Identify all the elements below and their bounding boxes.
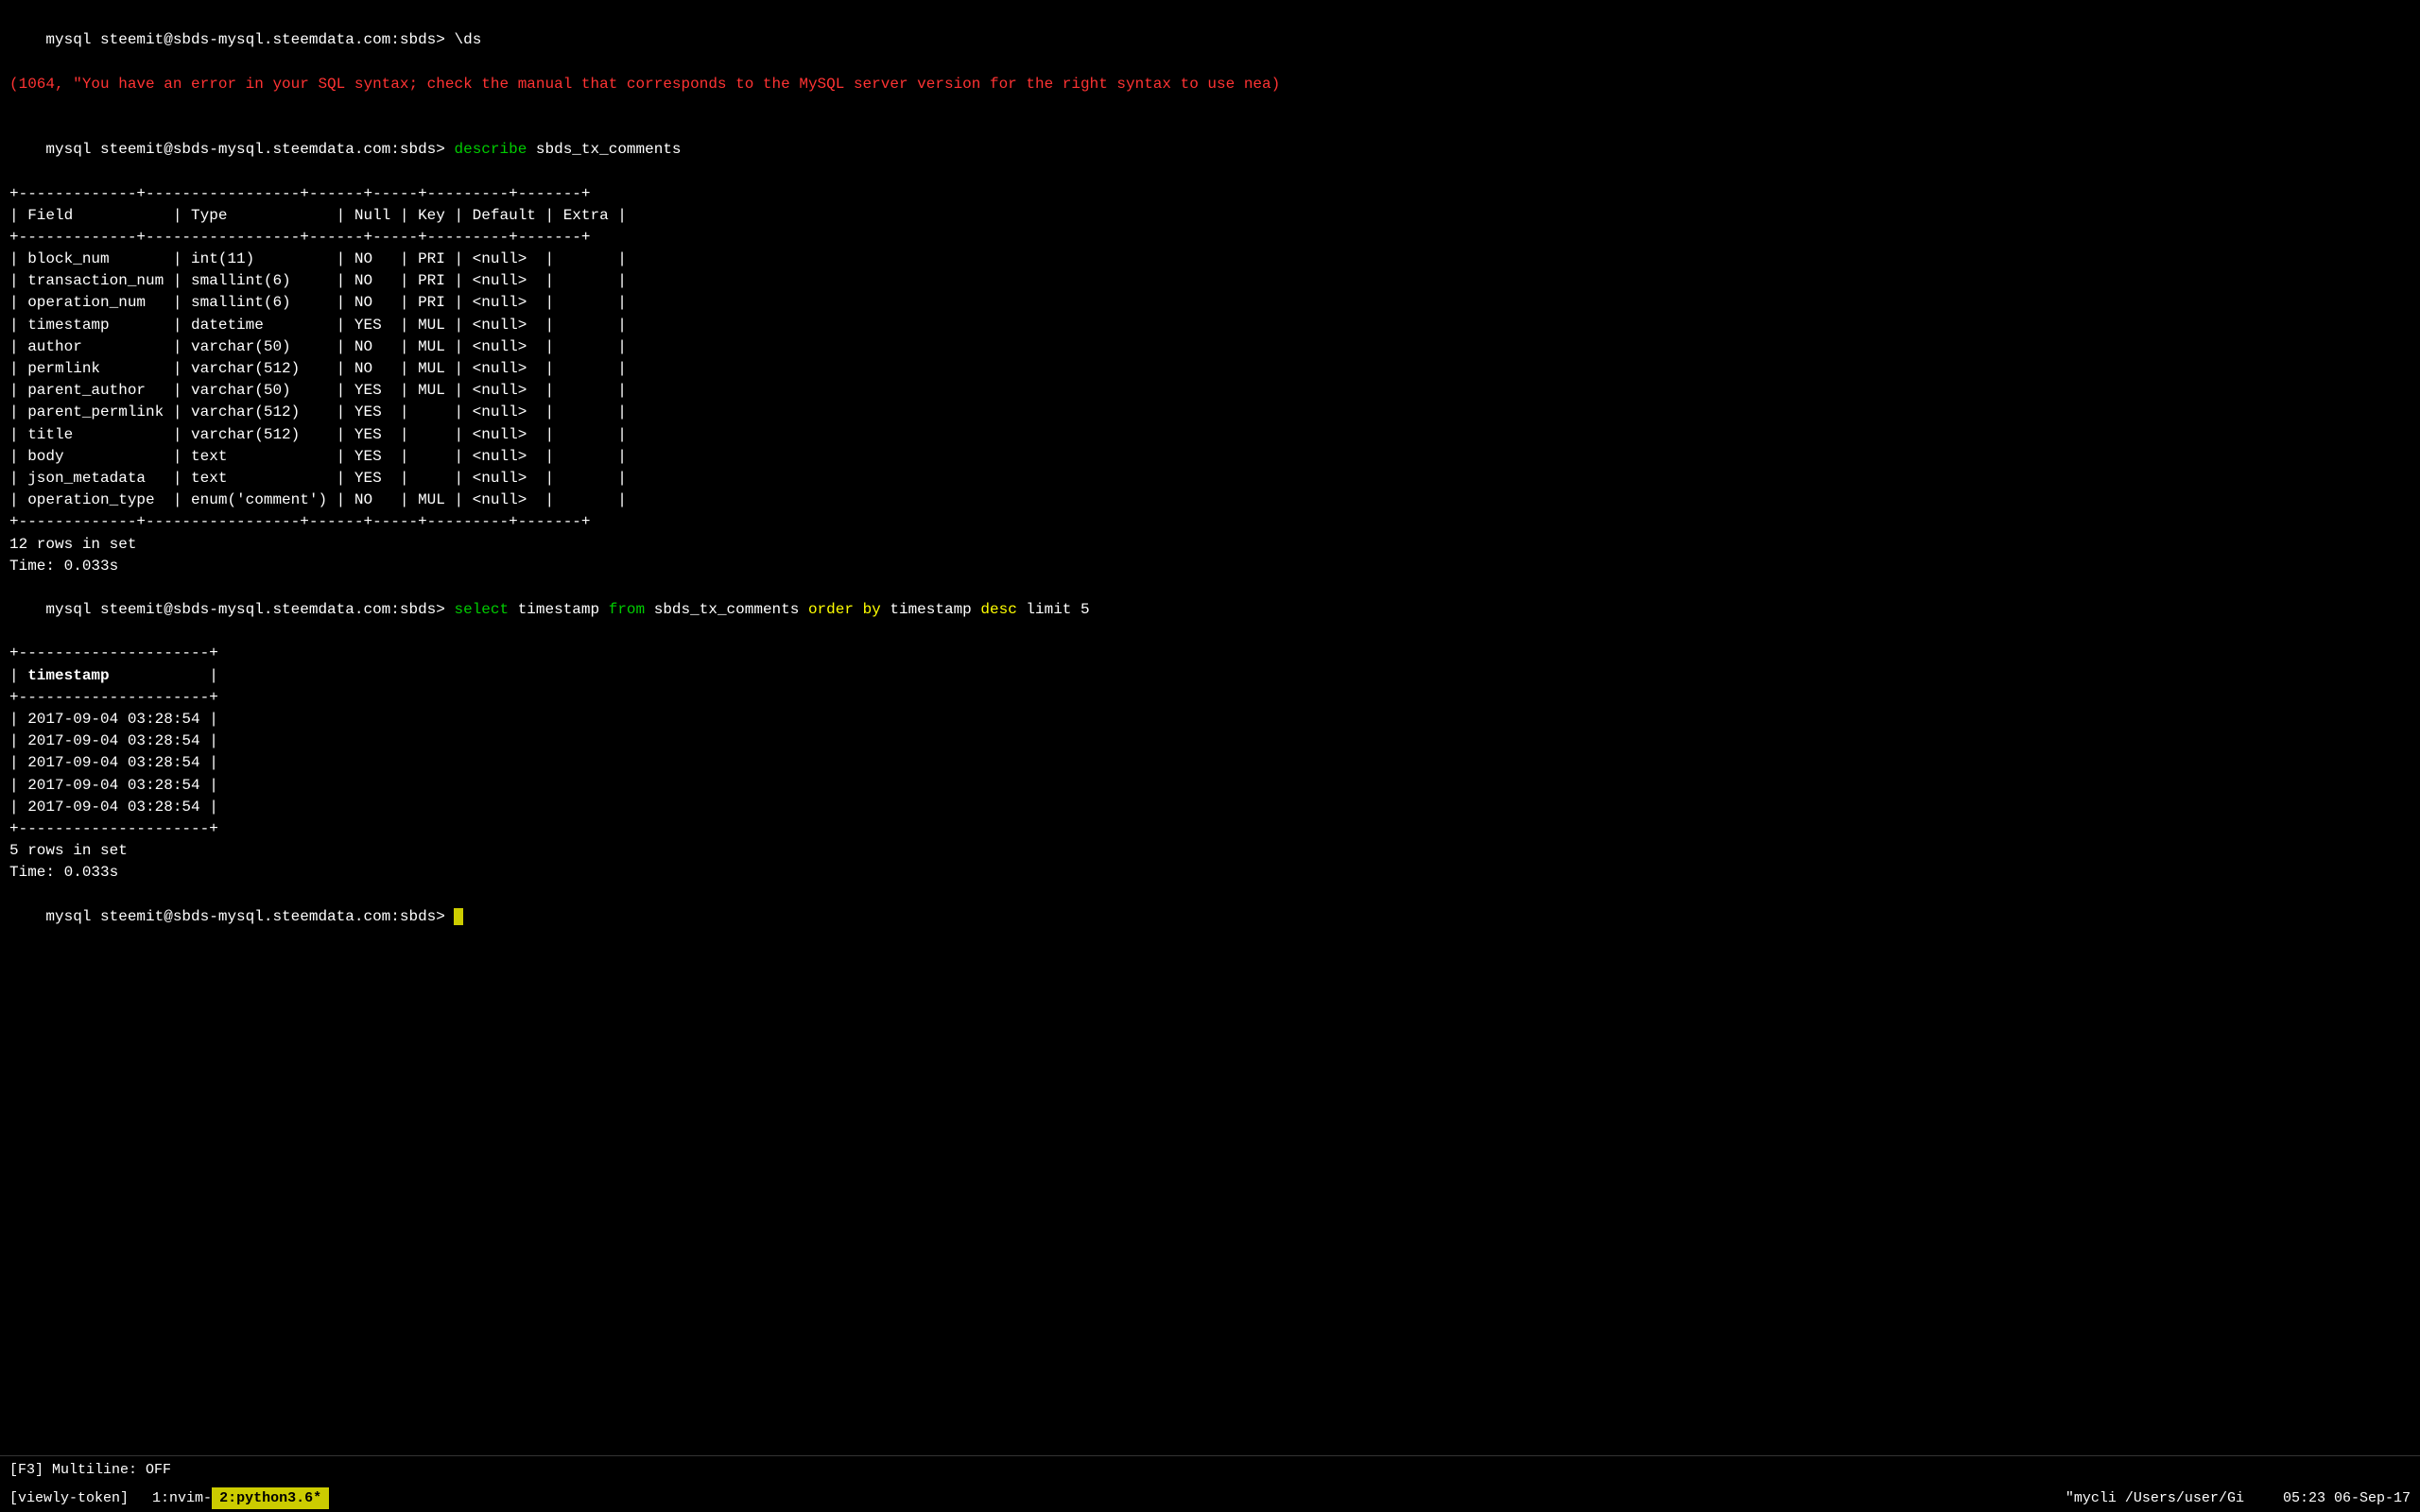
cursor-block bbox=[454, 908, 463, 925]
ts-table-bottom: +---------------------+ bbox=[9, 818, 2411, 840]
line-final-prompt: mysql steemit@sbds-mysql.steemdata.com:s… bbox=[9, 885, 2411, 951]
keyword-desc: desc bbox=[980, 601, 1016, 618]
prompt-1: mysql steemit@sbds-mysql.steemdata.com:s… bbox=[45, 31, 454, 48]
rows-info-1: 12 rows in set bbox=[9, 534, 2411, 556]
table-row-op-type: | operation_type | enum('comment') | NO … bbox=[9, 490, 2411, 511]
prompt-2: mysql steemit@sbds-mysql.steemdata.com:s… bbox=[45, 141, 454, 158]
keyword-describe: describe bbox=[454, 141, 527, 158]
prompt-4: mysql steemit@sbds-mysql.steemdata.com:s… bbox=[45, 908, 454, 925]
order-field: timestamp bbox=[881, 601, 981, 618]
table-row-block-num: | block_num | int(11) | NO | PRI | <null… bbox=[9, 249, 2411, 270]
table-sep-bottom: +-------------+-----------------+------+… bbox=[9, 511, 2411, 533]
table-row-parent-permlink: | parent_permlink | varchar(512) | YES |… bbox=[9, 402, 2411, 423]
line-blank-1 bbox=[9, 95, 2411, 117]
ts-table-sep: +---------------------+ bbox=[9, 687, 2411, 709]
keyword-select: select bbox=[454, 601, 509, 618]
table-row-timestamp: | timestamp | datetime | YES | MUL | <nu… bbox=[9, 315, 2411, 336]
select-field: timestamp bbox=[509, 601, 609, 618]
status-bar-f3: [F3] Multiline: OFF bbox=[0, 1455, 2420, 1484]
ts-row-5: | 2017-09-04 03:28:54 | bbox=[9, 797, 2411, 818]
right-path: /Users/user/Gi bbox=[2125, 1490, 2244, 1506]
table-header: | Field | Type | Null | Key | Default | … bbox=[9, 205, 2411, 227]
table-row-parent-author: | parent_author | varchar(50) | YES | MU… bbox=[9, 380, 2411, 402]
f3-label: [F3] Multiline: OFF bbox=[9, 1460, 171, 1480]
table-row-tx-num: | transaction_num | smallint(6) | NO | P… bbox=[9, 270, 2411, 292]
line-error: (1064, "You have an error in your SQL sy… bbox=[9, 74, 2411, 95]
right-app: "mycli bbox=[2066, 1490, 2117, 1506]
table-row-author: | author | varchar(50) | NO | MUL | <nul… bbox=[9, 336, 2411, 358]
table-sep-header: +-------------+-----------------+------+… bbox=[9, 227, 2411, 249]
limit-clause: limit 5 bbox=[1017, 601, 1090, 618]
table-sep-top: +-------------+-----------------+------+… bbox=[9, 183, 2411, 205]
rows-info-2: 5 rows in set bbox=[9, 840, 2411, 862]
cmd-ds: \ds bbox=[454, 31, 481, 48]
status-left: [viewly-token] 1:nvim- 2:python3.6* bbox=[9, 1487, 333, 1509]
keyword-from: from bbox=[609, 601, 645, 618]
vim-mode-label: [viewly-token] bbox=[9, 1488, 129, 1508]
prompt-3: mysql steemit@sbds-mysql.steemdata.com:s… bbox=[45, 601, 454, 618]
tab2-label[interactable]: 2:python3.6* bbox=[212, 1487, 329, 1509]
table-row-body: | body | text | YES | | <null> | | bbox=[9, 446, 2411, 468]
ts-row-4: | 2017-09-04 03:28:54 | bbox=[9, 775, 2411, 797]
keyword-order: order by bbox=[808, 601, 881, 618]
right-time: 05:23 06-Sep-17 bbox=[2283, 1490, 2411, 1506]
ts-table-top: +---------------------+ bbox=[9, 643, 2411, 664]
status-bar-bottom: [viewly-token] 1:nvim- 2:python3.6* "myc… bbox=[0, 1484, 2420, 1512]
ts-row-3: | 2017-09-04 03:28:54 | bbox=[9, 752, 2411, 774]
status-right: "mycli /Users/user/Gi 05:23 06-Sep-17 bbox=[2066, 1488, 2411, 1508]
line-ds-cmd: mysql steemit@sbds-mysql.steemdata.com:s… bbox=[9, 8, 2411, 74]
table-row-op-num: | operation_num | smallint(6) | NO | PRI… bbox=[9, 292, 2411, 314]
tab-spacer bbox=[136, 1488, 145, 1508]
line-describe-cmd: mysql steemit@sbds-mysql.steemdata.com:s… bbox=[9, 117, 2411, 183]
line-select-cmd: mysql steemit@sbds-mysql.steemdata.com:s… bbox=[9, 577, 2411, 644]
ts-table-header: | timestamp | bbox=[9, 665, 2411, 687]
time-info-1: Time: 0.033s bbox=[9, 556, 2411, 577]
ts-row-1: | 2017-09-04 03:28:54 | bbox=[9, 709, 2411, 730]
from-table: sbds_tx_comments bbox=[645, 601, 808, 618]
describe-table: sbds_tx_comments bbox=[527, 141, 681, 158]
ts-row-2: | 2017-09-04 03:28:54 | bbox=[9, 730, 2411, 752]
time-info-2: Time: 0.033s bbox=[9, 862, 2411, 884]
terminal: mysql steemit@sbds-mysql.steemdata.com:s… bbox=[0, 0, 2420, 1455]
table-row-title: | title | varchar(512) | YES | | <null> … bbox=[9, 424, 2411, 446]
table-row-json: | json_metadata | text | YES | | <null> … bbox=[9, 468, 2411, 490]
table-row-permlink: | permlink | varchar(512) | NO | MUL | <… bbox=[9, 358, 2411, 380]
tab1-label[interactable]: 1:nvim- bbox=[152, 1488, 212, 1508]
